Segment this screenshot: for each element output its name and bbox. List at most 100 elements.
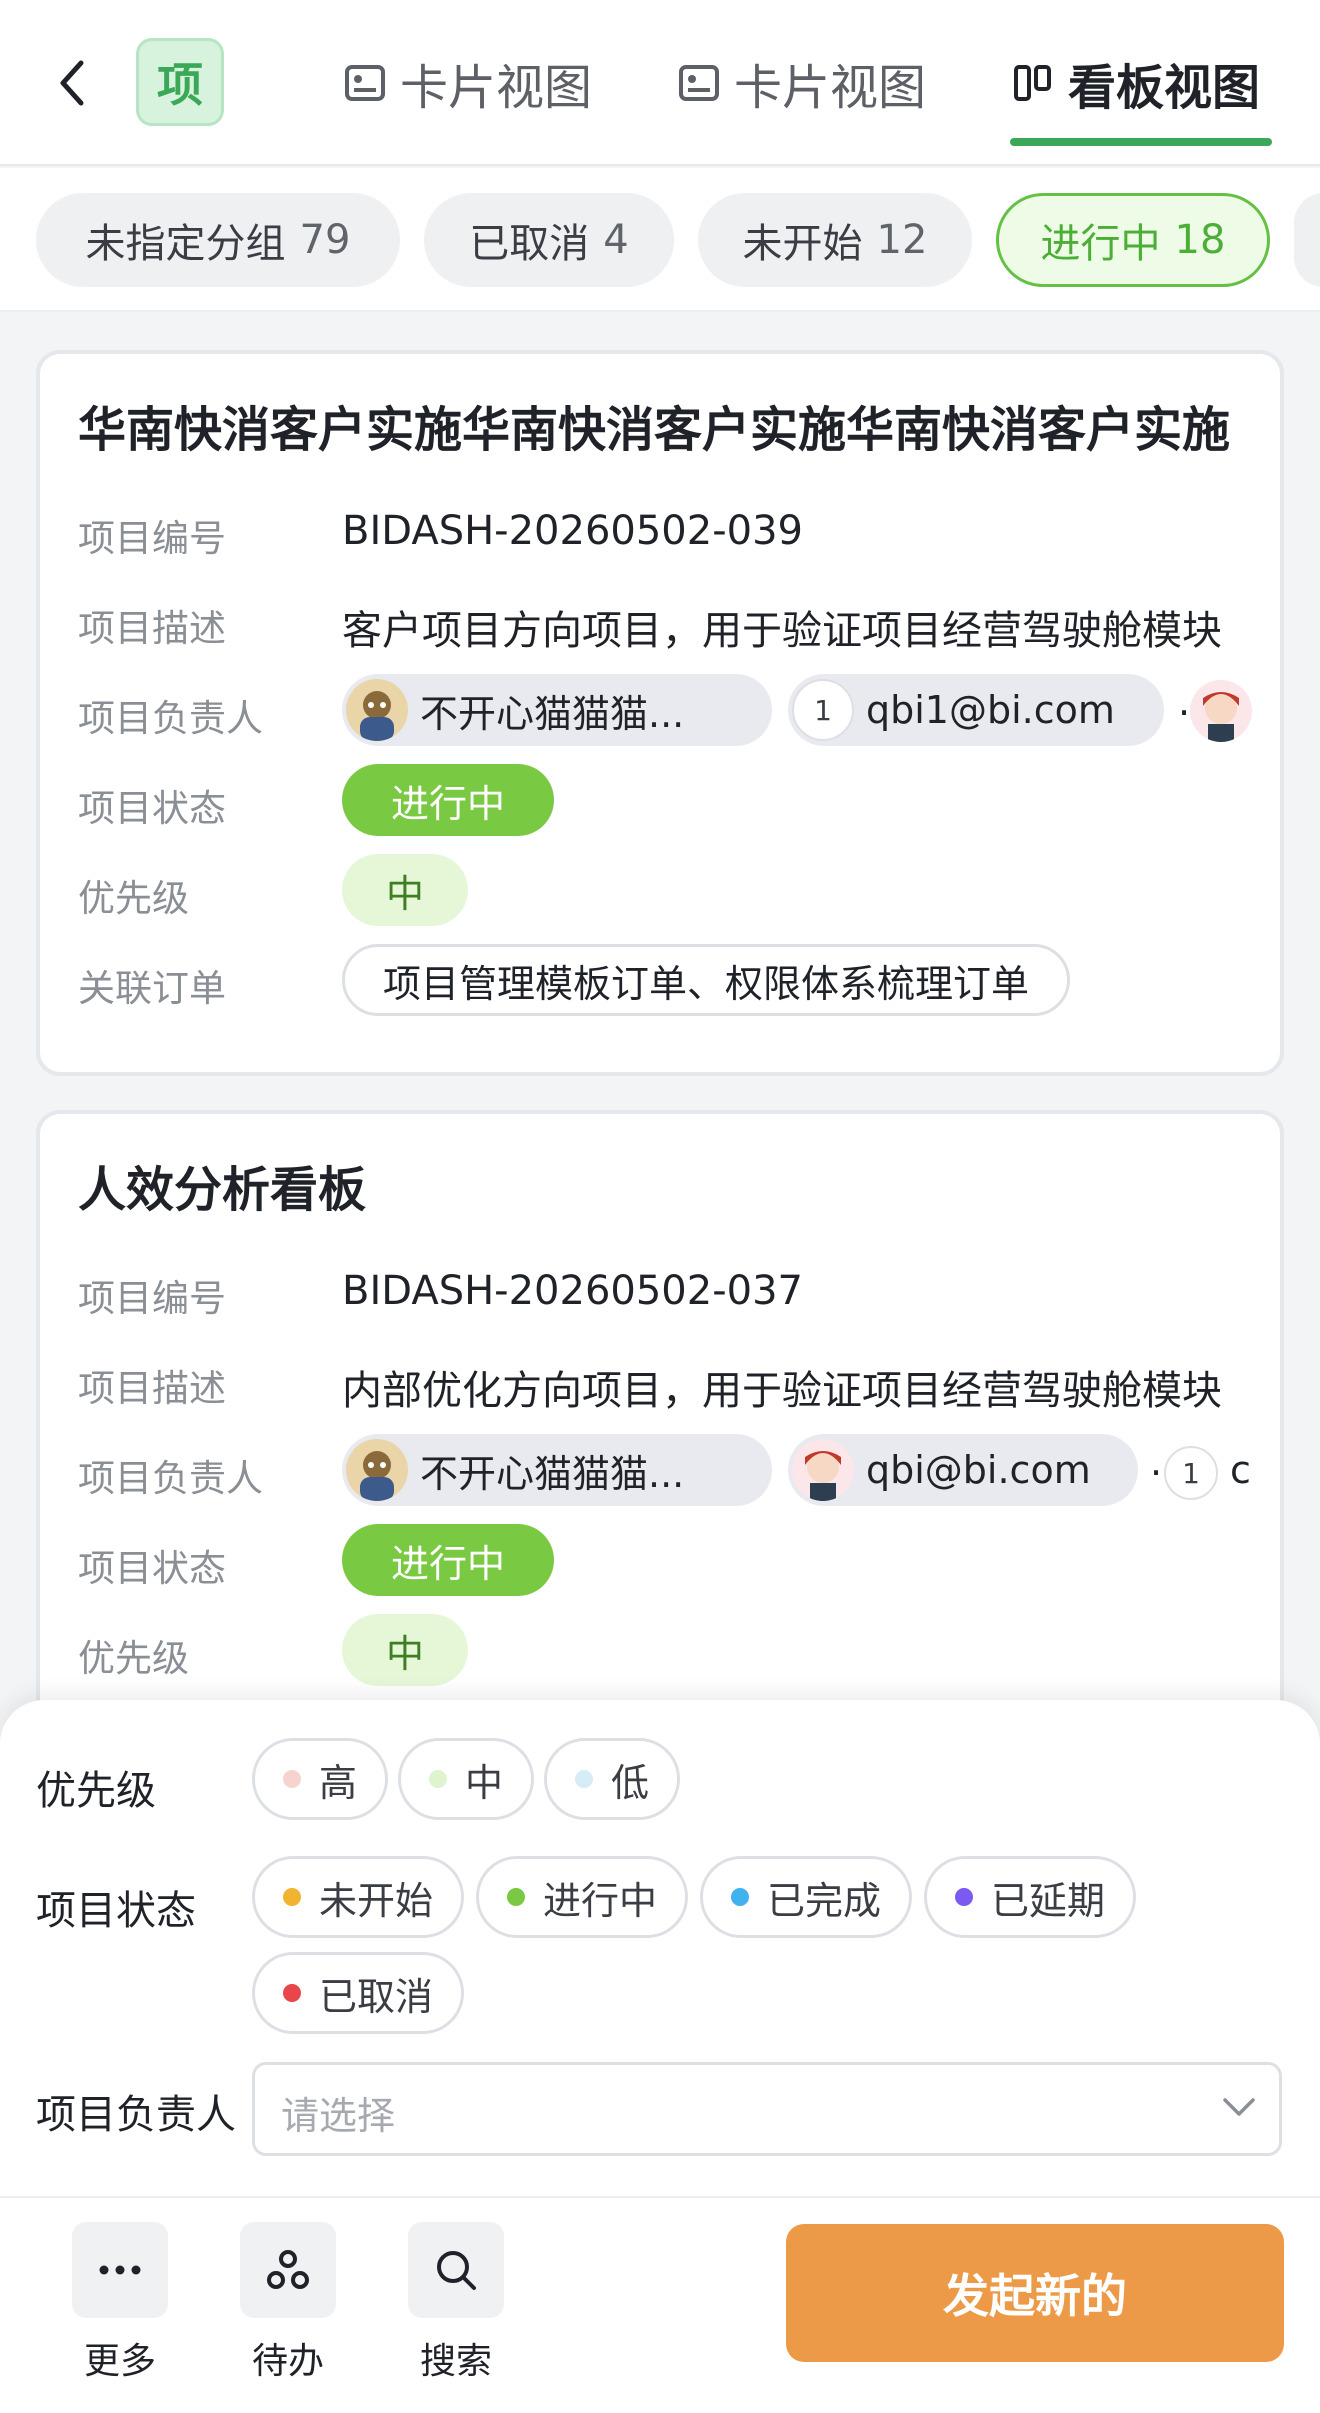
filter-label-owner: 项目负责人 <box>36 2092 236 2138</box>
field-label-owner: 项目负责人 <box>78 1457 263 1500</box>
field-label-desc: 项目描述 <box>78 607 226 650</box>
option-label: 已完成 <box>766 1878 881 1923</box>
option-label: 已延期 <box>990 1878 1105 1923</box>
color-dot <box>730 1888 749 1906</box>
option-label: 已取消 <box>318 1974 433 2019</box>
back-button[interactable] <box>52 56 92 110</box>
search-icon <box>408 2222 504 2318</box>
status-option-completed[interactable]: 已完成 <box>700 1856 912 1938</box>
group-count: 18 <box>1174 217 1226 263</box>
owner-name: qbi1@bi.com <box>866 688 1115 732</box>
field-label-code: 项目编号 <box>78 1277 226 1320</box>
field-label-order: 关联订单 <box>78 967 226 1010</box>
field-label-owner: 项目负责人 <box>78 697 263 740</box>
owner-chip[interactable]: 不开心猫猫猫... <box>342 674 772 746</box>
status-option-cancelled[interactable]: 已取消 <box>252 1952 464 2034</box>
field-label-priority: 优先级 <box>78 877 189 920</box>
search-button[interactable]: 搜索 <box>396 2222 516 2384</box>
project-description: 客户项目方向项目，用于验证项目经营驾驶舱模块 <box>342 608 1222 654</box>
priority-option-low[interactable]: 低 <box>544 1738 680 1820</box>
priority-badge: 中 <box>342 1614 468 1686</box>
avatar <box>792 1439 854 1501</box>
search-label: 搜索 <box>419 2341 492 2382</box>
priority-option-medium[interactable]: 中 <box>398 1738 534 1820</box>
project-description: 内部优化方向项目，用于验证项目经营驾驶舱模块 <box>342 1368 1222 1414</box>
status-option-delayed[interactable]: 已延期 <box>924 1856 1136 1938</box>
active-tab-indicator <box>1010 138 1272 146</box>
group-label: 未开始 <box>742 221 863 267</box>
field-label-status: 项目状态 <box>78 1547 226 1590</box>
todo-icon <box>240 2222 336 2318</box>
owner-chip[interactable]: 不开心猫猫猫... <box>342 1434 772 1506</box>
field-label-priority: 优先级 <box>78 1637 189 1680</box>
field-label-status: 项目状态 <box>78 787 226 830</box>
app-logo: 项 <box>136 38 224 126</box>
group-count: 79 <box>299 217 351 263</box>
option-label: 中 <box>464 1760 503 1805</box>
color-dot <box>574 1770 593 1788</box>
more-owners-indicator: . <box>1150 1440 1163 1484</box>
status-option-in-progress[interactable]: 进行中 <box>476 1856 688 1938</box>
field-label-desc: 项目描述 <box>78 1367 226 1410</box>
tab-kanban-view[interactable]: 看板视图 <box>1012 50 1260 116</box>
tab-label: 卡片视图 <box>400 60 593 116</box>
filter-label-status: 项目状态 <box>36 1888 196 1934</box>
chevron-down-icon <box>1223 2098 1255 2116</box>
group-label: 未指定分组 <box>85 221 286 267</box>
select-placeholder: 请选择 <box>281 2094 396 2138</box>
create-new-button[interactable]: 发起新的 <box>786 2224 1284 2362</box>
priority-option-high[interactable]: 高 <box>252 1738 388 1820</box>
owner-name: qbi@bi.com <box>866 1448 1091 1492</box>
group-count: 4 <box>603 217 629 263</box>
tab-card-view-2[interactable]: 卡片视图 <box>678 50 926 116</box>
tab-label: 卡片视图 <box>734 60 927 116</box>
chevron-left-icon <box>60 60 84 106</box>
avatar-count-badge: 1 <box>1164 1446 1218 1500</box>
todo-label: 待办 <box>251 2341 324 2382</box>
color-dot <box>428 1770 447 1788</box>
card-title: 华南快消客户实施华南快消客户实施华南快消客户实施 <box>78 402 1231 458</box>
more-label: 更多 <box>83 2341 156 2382</box>
color-dot <box>282 1984 301 2002</box>
group-chip-cancelled[interactable]: 已取消 4 <box>424 193 674 287</box>
status-badge: 进行中 <box>342 1524 554 1596</box>
group-filter-bar: 未指定分组 79 已取消 4 未开始 12 进行中 18 <box>0 168 1320 312</box>
owner-chip[interactable]: 1 qbi1@bi.com <box>788 674 1164 746</box>
todo-button[interactable]: 待办 <box>228 2222 348 2384</box>
filter-label-priority: 优先级 <box>36 1768 156 1814</box>
avatar <box>346 679 408 741</box>
avatar <box>1190 680 1252 742</box>
group-label: 已取消 <box>469 221 590 267</box>
option-label: 高 <box>318 1760 357 1805</box>
bottom-action-bar: 更多 待办 搜索 发起新的 <box>0 2196 1320 2413</box>
owner-name: 不开心猫猫猫... <box>420 691 685 736</box>
more-icon <box>72 2222 168 2318</box>
owner-select[interactable]: 请选择 <box>252 2062 1282 2156</box>
group-chip-overflow[interactable] <box>1294 193 1320 287</box>
more-button[interactable]: 更多 <box>60 2222 180 2384</box>
owner-name: 不开心猫猫猫... <box>420 1451 685 1496</box>
card-view-icon <box>345 65 385 101</box>
option-label: 低 <box>610 1760 649 1805</box>
group-label: 进行中 <box>1040 221 1161 267</box>
status-option-not-started[interactable]: 未开始 <box>252 1856 464 1938</box>
linked-order-tag[interactable]: 项目管理模板订单、权限体系梳理订单 <box>342 944 1071 1016</box>
option-label: 进行中 <box>542 1878 657 1923</box>
color-dot <box>282 1888 301 1906</box>
color-dot <box>954 1888 973 1906</box>
avatar-count-badge: 1 <box>792 679 854 741</box>
project-code: BIDASH-20260502-037 <box>342 1268 803 1314</box>
tab-label: 看板视图 <box>1068 60 1261 116</box>
project-card[interactable]: 人效分析看板 项目编号 BIDASH-20260502-037 项目描述 内部优… <box>36 1110 1284 1750</box>
tab-card-view-1[interactable]: 卡片视图 <box>344 50 592 116</box>
status-badge: 进行中 <box>342 764 554 836</box>
overflow-text: c <box>1230 1448 1251 1492</box>
top-navigation: 项 卡片视图 卡片视图 看板视图 <box>0 0 1320 166</box>
group-chip-in-progress[interactable]: 进行中 18 <box>996 193 1270 287</box>
owner-chip[interactable]: qbi@bi.com <box>788 1434 1138 1506</box>
avatar <box>346 1439 408 1501</box>
project-card[interactable]: 华南快消客户实施华南快消客户实施华南快消客户实施 项目编号 BIDASH-202… <box>36 350 1284 1076</box>
color-dot <box>506 1888 525 1906</box>
group-chip-not-started[interactable]: 未开始 12 <box>698 193 972 287</box>
group-chip-unassigned[interactable]: 未指定分组 79 <box>36 193 400 287</box>
